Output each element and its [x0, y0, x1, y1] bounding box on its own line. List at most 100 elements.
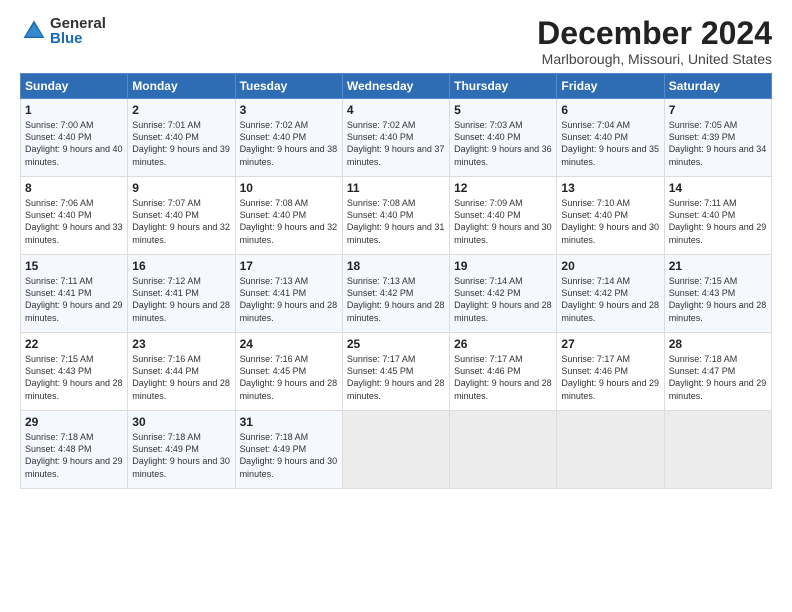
- day-number: 24: [240, 337, 338, 351]
- cell-info: Sunrise: 7:17 AMSunset: 4:46 PMDaylight:…: [454, 354, 552, 400]
- calendar-week-2: 8 Sunrise: 7:06 AMSunset: 4:40 PMDayligh…: [21, 177, 772, 255]
- cell-info: Sunrise: 7:06 AMSunset: 4:40 PMDaylight:…: [25, 198, 123, 244]
- day-number: 4: [347, 103, 445, 117]
- calendar-cell: [557, 411, 664, 489]
- day-number: 1: [25, 103, 123, 117]
- logo-text: General Blue: [50, 16, 106, 46]
- day-number: 26: [454, 337, 552, 351]
- day-number: 13: [561, 181, 659, 195]
- col-monday: Monday: [128, 74, 235, 99]
- calendar-cell: 4 Sunrise: 7:02 AMSunset: 4:40 PMDayligh…: [342, 99, 449, 177]
- location: Marlborough, Missouri, United States: [537, 51, 772, 67]
- cell-info: Sunrise: 7:13 AMSunset: 4:41 PMDaylight:…: [240, 276, 338, 322]
- day-number: 19: [454, 259, 552, 273]
- cell-info: Sunrise: 7:03 AMSunset: 4:40 PMDaylight:…: [454, 120, 552, 166]
- calendar-cell: 7 Sunrise: 7:05 AMSunset: 4:39 PMDayligh…: [664, 99, 771, 177]
- day-number: 14: [669, 181, 767, 195]
- cell-info: Sunrise: 7:08 AMSunset: 4:40 PMDaylight:…: [240, 198, 338, 244]
- cell-info: Sunrise: 7:17 AMSunset: 4:45 PMDaylight:…: [347, 354, 445, 400]
- day-number: 17: [240, 259, 338, 273]
- calendar-week-5: 29 Sunrise: 7:18 AMSunset: 4:48 PMDaylig…: [21, 411, 772, 489]
- day-number: 3: [240, 103, 338, 117]
- col-wednesday: Wednesday: [342, 74, 449, 99]
- day-number: 11: [347, 181, 445, 195]
- calendar-body: 1 Sunrise: 7:00 AMSunset: 4:40 PMDayligh…: [21, 99, 772, 489]
- calendar-cell: 27 Sunrise: 7:17 AMSunset: 4:46 PMDaylig…: [557, 333, 664, 411]
- cell-info: Sunrise: 7:18 AMSunset: 4:48 PMDaylight:…: [25, 432, 123, 478]
- calendar-cell: 13 Sunrise: 7:10 AMSunset: 4:40 PMDaylig…: [557, 177, 664, 255]
- calendar-week-4: 22 Sunrise: 7:15 AMSunset: 4:43 PMDaylig…: [21, 333, 772, 411]
- calendar-cell: [342, 411, 449, 489]
- day-number: 7: [669, 103, 767, 117]
- calendar-week-1: 1 Sunrise: 7:00 AMSunset: 4:40 PMDayligh…: [21, 99, 772, 177]
- day-number: 9: [132, 181, 230, 195]
- col-thursday: Thursday: [450, 74, 557, 99]
- day-number: 20: [561, 259, 659, 273]
- day-number: 12: [454, 181, 552, 195]
- calendar-cell: 22 Sunrise: 7:15 AMSunset: 4:43 PMDaylig…: [21, 333, 128, 411]
- calendar-cell: 2 Sunrise: 7:01 AMSunset: 4:40 PMDayligh…: [128, 99, 235, 177]
- calendar-week-3: 15 Sunrise: 7:11 AMSunset: 4:41 PMDaylig…: [21, 255, 772, 333]
- calendar-cell: 8 Sunrise: 7:06 AMSunset: 4:40 PMDayligh…: [21, 177, 128, 255]
- calendar-cell: 15 Sunrise: 7:11 AMSunset: 4:41 PMDaylig…: [21, 255, 128, 333]
- logo: General Blue: [20, 16, 106, 46]
- header: General Blue December 2024 Marlborough, …: [20, 16, 772, 67]
- calendar-cell: 12 Sunrise: 7:09 AMSunset: 4:40 PMDaylig…: [450, 177, 557, 255]
- col-sunday: Sunday: [21, 74, 128, 99]
- col-tuesday: Tuesday: [235, 74, 342, 99]
- calendar-cell: 10 Sunrise: 7:08 AMSunset: 4:40 PMDaylig…: [235, 177, 342, 255]
- calendar-cell: 3 Sunrise: 7:02 AMSunset: 4:40 PMDayligh…: [235, 99, 342, 177]
- cell-info: Sunrise: 7:16 AMSunset: 4:45 PMDaylight:…: [240, 354, 338, 400]
- cell-info: Sunrise: 7:14 AMSunset: 4:42 PMDaylight:…: [454, 276, 552, 322]
- calendar-cell: 1 Sunrise: 7:00 AMSunset: 4:40 PMDayligh…: [21, 99, 128, 177]
- col-saturday: Saturday: [664, 74, 771, 99]
- day-number: 16: [132, 259, 230, 273]
- calendar-cell: 20 Sunrise: 7:14 AMSunset: 4:42 PMDaylig…: [557, 255, 664, 333]
- calendar-table: Sunday Monday Tuesday Wednesday Thursday…: [20, 73, 772, 489]
- cell-info: Sunrise: 7:02 AMSunset: 4:40 PMDaylight:…: [240, 120, 338, 166]
- cell-info: Sunrise: 7:16 AMSunset: 4:44 PMDaylight:…: [132, 354, 230, 400]
- day-number: 23: [132, 337, 230, 351]
- cell-info: Sunrise: 7:02 AMSunset: 4:40 PMDaylight:…: [347, 120, 445, 166]
- cell-info: Sunrise: 7:13 AMSunset: 4:42 PMDaylight:…: [347, 276, 445, 322]
- cell-info: Sunrise: 7:14 AMSunset: 4:42 PMDaylight:…: [561, 276, 659, 322]
- col-friday: Friday: [557, 74, 664, 99]
- calendar-cell: 11 Sunrise: 7:08 AMSunset: 4:40 PMDaylig…: [342, 177, 449, 255]
- page-container: General Blue December 2024 Marlborough, …: [0, 0, 792, 499]
- calendar-cell: [664, 411, 771, 489]
- day-number: 29: [25, 415, 123, 429]
- calendar-cell: 16 Sunrise: 7:12 AMSunset: 4:41 PMDaylig…: [128, 255, 235, 333]
- calendar-cell: [450, 411, 557, 489]
- cell-info: Sunrise: 7:01 AMSunset: 4:40 PMDaylight:…: [132, 120, 230, 166]
- day-number: 31: [240, 415, 338, 429]
- day-number: 25: [347, 337, 445, 351]
- cell-info: Sunrise: 7:17 AMSunset: 4:46 PMDaylight:…: [561, 354, 659, 400]
- header-row: Sunday Monday Tuesday Wednesday Thursday…: [21, 74, 772, 99]
- cell-info: Sunrise: 7:05 AMSunset: 4:39 PMDaylight:…: [669, 120, 767, 166]
- calendar-cell: 23 Sunrise: 7:16 AMSunset: 4:44 PMDaylig…: [128, 333, 235, 411]
- calendar-cell: 31 Sunrise: 7:18 AMSunset: 4:49 PMDaylig…: [235, 411, 342, 489]
- day-number: 22: [25, 337, 123, 351]
- logo-icon: [20, 17, 48, 45]
- logo-general: General: [50, 16, 106, 31]
- calendar-cell: 25 Sunrise: 7:17 AMSunset: 4:45 PMDaylig…: [342, 333, 449, 411]
- day-number: 28: [669, 337, 767, 351]
- day-number: 30: [132, 415, 230, 429]
- day-number: 18: [347, 259, 445, 273]
- calendar-cell: 19 Sunrise: 7:14 AMSunset: 4:42 PMDaylig…: [450, 255, 557, 333]
- calendar-cell: 30 Sunrise: 7:18 AMSunset: 4:49 PMDaylig…: [128, 411, 235, 489]
- day-number: 5: [454, 103, 552, 117]
- logo-blue: Blue: [50, 31, 106, 46]
- cell-info: Sunrise: 7:12 AMSunset: 4:41 PMDaylight:…: [132, 276, 230, 322]
- cell-info: Sunrise: 7:11 AMSunset: 4:41 PMDaylight:…: [25, 276, 123, 322]
- cell-info: Sunrise: 7:18 AMSunset: 4:49 PMDaylight:…: [240, 432, 338, 478]
- title-block: December 2024 Marlborough, Missouri, Uni…: [537, 16, 772, 67]
- day-number: 15: [25, 259, 123, 273]
- cell-info: Sunrise: 7:10 AMSunset: 4:40 PMDaylight:…: [561, 198, 659, 244]
- cell-info: Sunrise: 7:07 AMSunset: 4:40 PMDaylight:…: [132, 198, 230, 244]
- calendar-cell: 6 Sunrise: 7:04 AMSunset: 4:40 PMDayligh…: [557, 99, 664, 177]
- cell-info: Sunrise: 7:11 AMSunset: 4:40 PMDaylight:…: [669, 198, 767, 244]
- day-number: 27: [561, 337, 659, 351]
- cell-info: Sunrise: 7:15 AMSunset: 4:43 PMDaylight:…: [25, 354, 123, 400]
- calendar-cell: 18 Sunrise: 7:13 AMSunset: 4:42 PMDaylig…: [342, 255, 449, 333]
